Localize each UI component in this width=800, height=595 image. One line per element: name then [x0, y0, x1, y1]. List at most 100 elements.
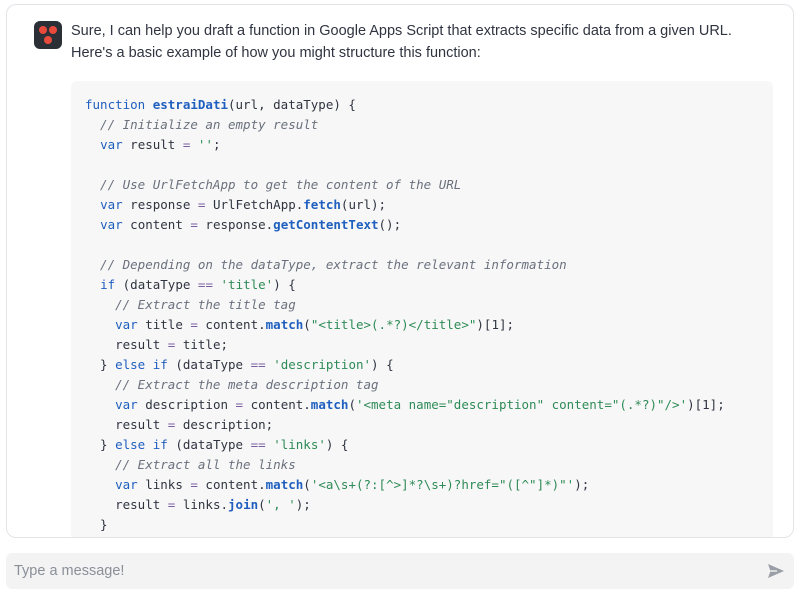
code-token: // Extract all the links [85, 457, 296, 472]
code-line: var content = response.getContentText(); [85, 215, 773, 235]
code-line: var result = ''; [85, 135, 773, 155]
code-token: // Use UrlFetchApp to get the content of… [85, 177, 462, 192]
code-token: var [115, 317, 138, 332]
code-token: var [115, 477, 138, 492]
code-token: ( [258, 497, 266, 512]
code-token: ) { [273, 277, 296, 292]
code-token: result [85, 417, 168, 432]
code-line: var title = content.match("<title>(.*?)<… [85, 315, 773, 335]
code-token: (dataType [115, 277, 198, 292]
code-token: match [265, 477, 304, 492]
message-input[interactable] [6, 553, 746, 589]
code-token: result [122, 137, 183, 152]
code-token: ); [295, 497, 311, 512]
code-token: else if [115, 357, 168, 372]
code-token: match [310, 397, 349, 412]
message-composer [6, 553, 794, 589]
code-token: // Depending on the dataType, extract th… [85, 257, 567, 272]
code-token: ( [348, 397, 356, 412]
code-token: = [235, 397, 244, 412]
code-token: var [100, 217, 123, 232]
message-intro-text: Sure, I can help you draft a function in… [71, 23, 732, 61]
code-token: '' [197, 137, 213, 152]
code-token: "<title>(.*?)</title>" [310, 317, 477, 332]
code-token: ; [212, 137, 221, 152]
code-line: // Initialize an empty result [85, 115, 773, 135]
code-token: = [190, 317, 198, 332]
code-token: ) { [325, 437, 349, 452]
code-token: function [85, 97, 153, 112]
code-token: UrlFetchApp. [205, 197, 304, 212]
code-token: = [190, 477, 198, 492]
code-token: ( [303, 477, 311, 492]
code-line: result = description; [85, 415, 773, 435]
code-token: ) { [371, 357, 394, 372]
code-token: content [122, 217, 191, 232]
code-token: description; [175, 417, 274, 432]
code-line: // Extract the meta description tag [85, 375, 773, 395]
code-token: getContentText [273, 217, 379, 232]
code-line: // Depending on the dataType, extract th… [85, 255, 773, 275]
code-token: else if [115, 437, 168, 452]
code-token: match [265, 317, 304, 332]
code-token: } [85, 357, 116, 372]
code-token: (url, dataType) { [228, 97, 356, 112]
code-token: (dataType [167, 357, 251, 372]
code-token: ', ' [265, 497, 296, 512]
code-line: } [85, 515, 773, 535]
avatar-dot [39, 26, 47, 34]
code-token: )[1]; [476, 317, 515, 332]
code-line: function estraiDati(url, dataType) { [85, 95, 773, 115]
code-token: response [122, 197, 198, 212]
code-token: content. [197, 477, 266, 492]
code-token: 'links' [273, 437, 326, 452]
code-token: } [85, 517, 108, 532]
send-button[interactable] [764, 559, 788, 583]
code-token: '<a\s+(?:[^>]*?\s+)?href="([^"]*)"' [310, 477, 575, 492]
code-line: // Extract all the links [85, 455, 773, 475]
code-token: join [228, 497, 259, 512]
code-token: == [250, 437, 266, 452]
code-token: response. [197, 217, 274, 232]
code-token: if [100, 277, 116, 292]
code-token: (url); [340, 197, 387, 212]
avatar-dot [44, 36, 52, 44]
code-line: result = title; [85, 335, 773, 355]
code-token: fetch [303, 197, 341, 212]
code-token: } [85, 437, 116, 452]
code-token: == [197, 277, 213, 292]
code-line: if (dataType == 'title') { [85, 275, 773, 295]
code-token: estraiDati [152, 97, 228, 112]
code-token: content. [197, 317, 266, 332]
code-token: // Extract the meta description tag [85, 377, 379, 392]
code-token: content. [243, 397, 311, 412]
code-token: result [85, 337, 168, 352]
code-token: (dataType [167, 437, 251, 452]
code-content: function estraiDati(url, dataType) { // … [71, 81, 773, 535]
code-token: links [137, 477, 191, 492]
code-token: var [100, 137, 123, 152]
code-token: 'description' [273, 357, 372, 372]
code-token: // Extract the title tag [85, 297, 296, 312]
code-token: '<meta name="description" content="(.*?)… [355, 397, 688, 412]
code-line: var description = content.match('<meta n… [85, 395, 773, 415]
code-line: // Use UrlFetchApp to get the content of… [85, 175, 773, 195]
code-token: description [137, 397, 236, 412]
code-token: title; [175, 337, 229, 352]
code-token: ( [303, 317, 311, 332]
code-token: (); [378, 217, 402, 232]
chat-panel: Sure, I can help you draft a function in… [6, 4, 794, 538]
code-token: links. [175, 497, 229, 512]
code-token: )[1]; [687, 397, 725, 412]
code-token: ); [574, 477, 590, 492]
code-line: // Extract the title tag [85, 295, 773, 315]
code-token: var [115, 397, 138, 412]
